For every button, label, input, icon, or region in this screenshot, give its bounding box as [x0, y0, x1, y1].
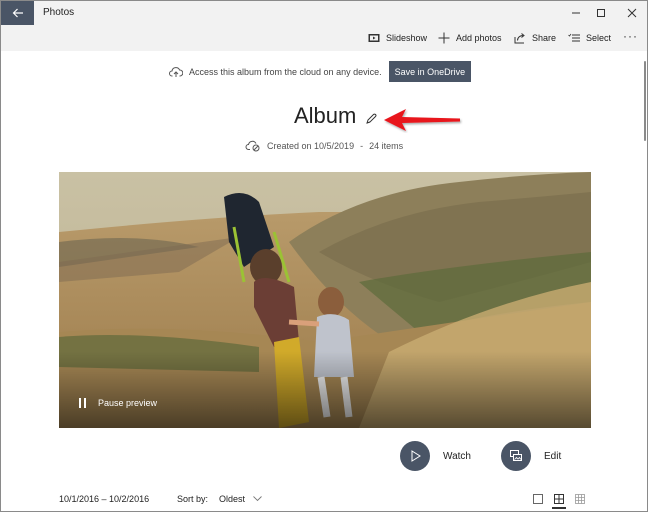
play-icon: [411, 450, 421, 462]
title-bar: Photos: [1, 1, 647, 25]
created-date: Created on 10/5/2019: [267, 140, 355, 151]
slideshow-button[interactable]: Slideshow: [368, 30, 427, 46]
cloud-sync-icon: [245, 140, 260, 152]
sort-value: Oldest: [219, 494, 246, 504]
select-button[interactable]: Select: [568, 30, 611, 46]
share-button[interactable]: Share: [514, 30, 556, 46]
add-photos-button[interactable]: Add photos: [438, 30, 502, 46]
preview-photo: [59, 172, 591, 428]
vertical-scrollbar[interactable]: [644, 61, 646, 141]
sort-by-label: Sort by:: [177, 494, 209, 504]
pause-icon: [79, 398, 86, 408]
maximize-button[interactable]: [584, 1, 618, 25]
arrow-left-icon: [12, 8, 23, 18]
sort-dropdown[interactable]: Oldest: [219, 494, 262, 504]
app-title: Photos: [43, 7, 75, 18]
red-annotation-arrow: [384, 109, 460, 131]
pencil-icon[interactable]: [365, 113, 377, 125]
slideshow-label: Slideshow: [386, 33, 428, 43]
close-button[interactable]: [615, 1, 647, 25]
back-button[interactable]: [1, 1, 34, 25]
share-label: Share: [532, 33, 557, 43]
album-preview-image[interactable]: [59, 172, 591, 428]
select-list-icon: [568, 33, 580, 42]
maximize-icon: [597, 9, 605, 17]
slideshow-icon: [368, 34, 380, 42]
cloud-banner: Access this album from the cloud on any …: [169, 61, 472, 82]
more-options-button[interactable]: ···: [623, 29, 638, 43]
save-in-onedrive-button[interactable]: Save in OneDrive: [388, 61, 472, 82]
cloud-banner-text: Access this album from the cloud on any …: [189, 66, 382, 77]
select-label: Select: [586, 33, 612, 43]
medium-grid-view-button[interactable]: [553, 493, 565, 505]
single-view-button[interactable]: [532, 493, 544, 505]
selected-view-indicator: [552, 507, 566, 509]
item-count: 24 items: [369, 140, 404, 151]
pause-preview-button[interactable]: Pause preview: [79, 398, 157, 408]
meta-separator: -: [360, 140, 364, 151]
edit-video-button[interactable]: Edit: [501, 441, 561, 471]
share-icon: [514, 33, 525, 44]
date-range: 10/1/2016 – 10/2/2016: [59, 494, 150, 504]
album-meta: Created on 10/5/2019 - 24 items: [245, 139, 403, 152]
chevron-down-icon: [253, 496, 262, 502]
edit-label: Edit: [544, 450, 562, 462]
small-grid-view-button[interactable]: [574, 493, 586, 505]
watch-label: Watch: [443, 450, 471, 462]
photos-window: Photos Slideshow Add photos Share Select…: [0, 0, 648, 512]
watch-button[interactable]: Watch: [400, 441, 471, 471]
pause-preview-label: Pause preview: [98, 398, 158, 408]
video-editor-icon: [510, 450, 522, 461]
add-photos-label: Add photos: [456, 33, 502, 43]
album-title[interactable]: Album: [294, 103, 356, 129]
minimize-icon: [572, 12, 580, 14]
close-icon: [627, 8, 637, 18]
cloud-upload-icon: [169, 66, 183, 77]
command-bar: Slideshow Add photos Share Select ···: [1, 25, 647, 51]
plus-icon: [438, 32, 450, 44]
